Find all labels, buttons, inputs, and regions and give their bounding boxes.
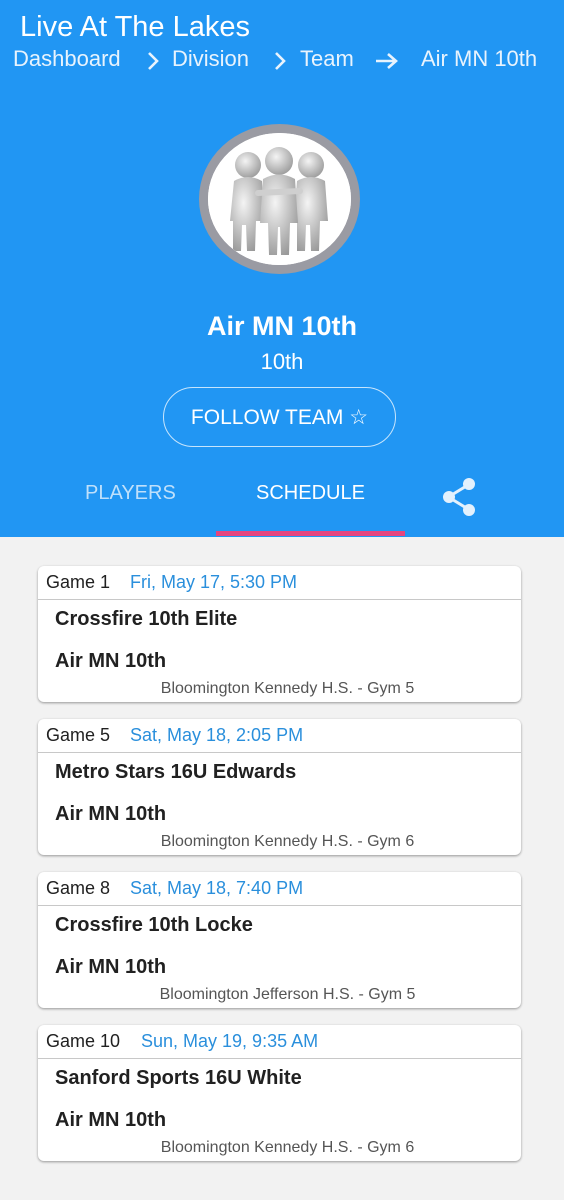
game-datetime: Fri, May 17, 5:30 PM bbox=[130, 572, 298, 592]
app-title: Live At The Lakes bbox=[20, 11, 251, 43]
game-card-header: Game 5 Sat, May 18, 2:05 PM bbox=[38, 719, 521, 753]
game-card-header: Game 8 Sat, May 18, 7:40 PM bbox=[38, 872, 521, 906]
follow-team-button[interactable]: FOLLOW TEAM ☆ bbox=[163, 387, 396, 447]
game-card[interactable]: Game 1 Fri, May 17, 5:30 PM Crossfire 10… bbox=[38, 566, 521, 702]
game-number: Game 8 bbox=[46, 878, 111, 898]
game-card[interactable]: Game 10 Sun, May 19, 9:35 AM Sanford Spo… bbox=[38, 1025, 521, 1161]
home-team: Crossfire 10th Locke bbox=[55, 914, 253, 936]
tab-schedule[interactable]: SCHEDULE bbox=[256, 482, 365, 505]
game-card-header: Game 10 Sun, May 19, 9:35 AM bbox=[38, 1025, 521, 1059]
game-venue: Bloomington Kennedy H.S. - Gym 6 bbox=[160, 833, 415, 850]
game-venue: Bloomington Jefferson H.S. - Gym 5 bbox=[159, 986, 416, 1003]
chevron-right-icon bbox=[275, 52, 286, 70]
team-subtitle: 10th bbox=[260, 349, 304, 374]
game-datetime: Sun, May 19, 9:35 AM bbox=[141, 1031, 319, 1051]
active-tab-indicator bbox=[216, 531, 405, 536]
game-venue: Bloomington Kennedy H.S. - Gym 6 bbox=[160, 1139, 415, 1156]
team-name: Air MN 10th bbox=[206, 311, 358, 341]
home-team: Crossfire 10th Elite bbox=[55, 608, 238, 630]
share-icon[interactable] bbox=[440, 477, 478, 517]
breadcrumb-team[interactable]: Team bbox=[300, 46, 354, 72]
game-card-header: Game 1 Fri, May 17, 5:30 PM bbox=[38, 566, 521, 600]
breadcrumb-division[interactable]: Division bbox=[172, 46, 249, 72]
away-team: Air MN 10th bbox=[55, 803, 167, 825]
game-number: Game 10 bbox=[46, 1031, 121, 1051]
away-team: Air MN 10th bbox=[55, 650, 167, 672]
breadcrumb-dashboard[interactable]: Dashboard bbox=[13, 46, 121, 72]
game-venue: Bloomington Kennedy H.S. - Gym 5 bbox=[160, 680, 415, 697]
game-number: Game 5 bbox=[46, 725, 111, 745]
game-card[interactable]: Game 8 Sat, May 18, 7:40 PM Crossfire 10… bbox=[38, 872, 521, 1008]
team-people-icon bbox=[208, 133, 351, 265]
tab-players[interactable]: PLAYERS bbox=[85, 482, 176, 505]
breadcrumb-current: Air MN 10th bbox=[421, 46, 538, 71]
home-team: Metro Stars 16U Edwards bbox=[55, 761, 297, 783]
away-team: Air MN 10th bbox=[55, 1109, 167, 1131]
breadcrumb: Dashboard Division Team Air MN 10th bbox=[13, 46, 558, 76]
away-team: Air MN 10th bbox=[55, 956, 167, 978]
game-card[interactable]: Game 5 Sat, May 18, 2:05 PM Metro Stars … bbox=[38, 719, 521, 855]
chevron-right-icon bbox=[148, 52, 159, 70]
game-datetime: Sat, May 18, 7:40 PM bbox=[130, 878, 304, 898]
team-header: Live At The Lakes Dashboard Division Tea… bbox=[0, 0, 564, 537]
game-datetime: Sat, May 18, 2:05 PM bbox=[130, 725, 304, 745]
home-team: Sanford Sports 16U White bbox=[55, 1067, 302, 1089]
game-number: Game 1 bbox=[46, 572, 111, 592]
arrow-right-icon bbox=[376, 53, 398, 69]
team-avatar bbox=[199, 124, 360, 274]
